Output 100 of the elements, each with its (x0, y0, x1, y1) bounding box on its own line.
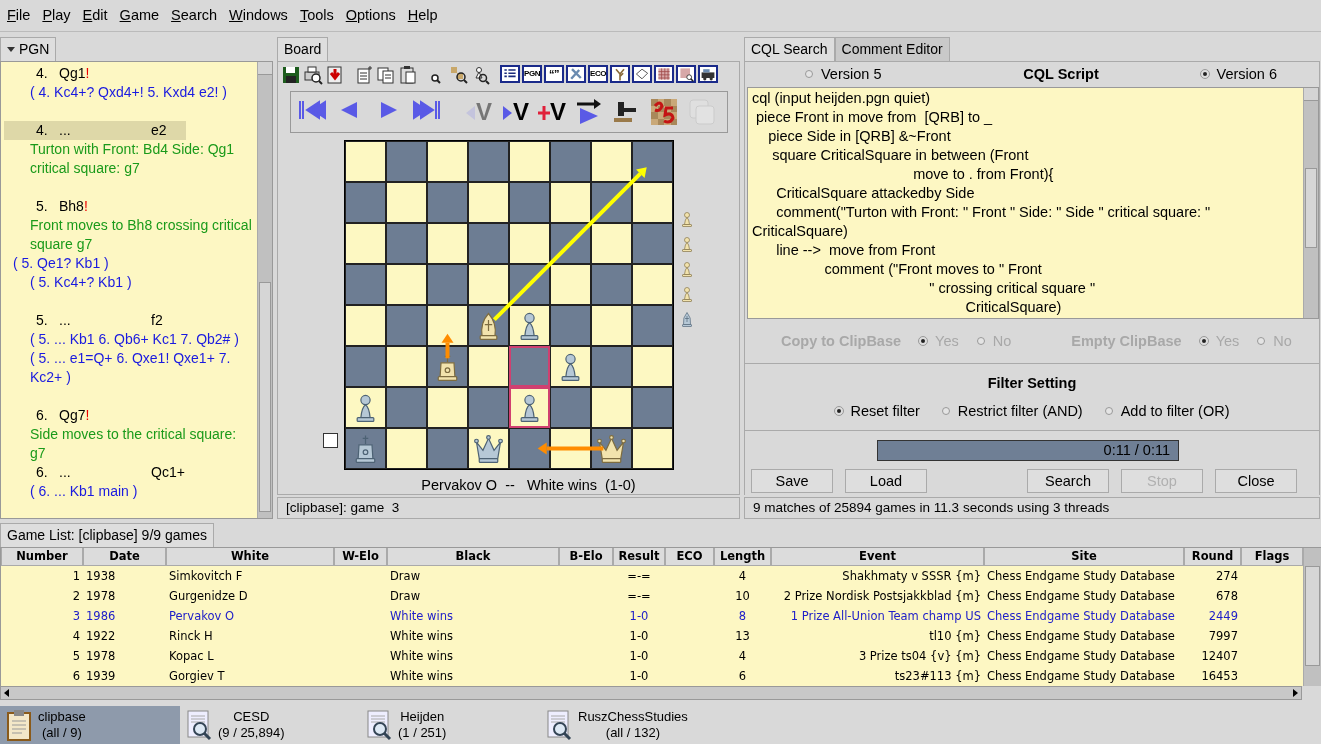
board-square[interactable] (468, 181, 509, 223)
variation-text[interactable]: ( 5. Kc4+? Kb1 ) (4, 272, 256, 292)
scrollbar[interactable] (1303, 547, 1321, 686)
copy-icon[interactable] (376, 64, 396, 85)
action-button[interactable]: Close (1215, 468, 1297, 493)
variation-text[interactable]: ( 5. Qe1? Kb1 ) (4, 253, 239, 273)
checker-icon[interactable] (654, 64, 674, 83)
board-square[interactable] (427, 222, 468, 264)
board-square[interactable] (550, 181, 591, 223)
pgn-tab[interactable]: PGN (0, 36, 57, 61)
board-square[interactable] (509, 427, 550, 469)
filter-radio[interactable]: Reset filter (834, 402, 920, 419)
column-header[interactable]: ECO (665, 547, 714, 566)
database-name[interactable]: Heijden (400, 709, 445, 726)
board-square[interactable] (591, 222, 632, 264)
board-square[interactable] (632, 263, 673, 305)
board-square[interactable] (632, 345, 673, 387)
variation-text[interactable]: ( 5. ... e1=Q+ 6. Qxe1! Qxe1+ 7. Kc2+ ) (4, 348, 256, 387)
board-square[interactable] (386, 345, 427, 387)
menu-item[interactable]: Options (339, 7, 402, 24)
menu-item[interactable]: Search (165, 7, 224, 24)
action-button[interactable]: Save (751, 468, 833, 493)
database-search-icon[interactable] (546, 709, 572, 742)
menu-item[interactable]: Help (401, 7, 444, 24)
board-square[interactable] (427, 140, 468, 182)
column-header[interactable]: W-Elo (334, 547, 387, 566)
board-square[interactable] (509, 140, 550, 182)
new-document-icon[interactable] (354, 64, 374, 85)
database-search-icon[interactable] (186, 709, 212, 742)
column-header[interactable]: Black (387, 547, 559, 566)
board-square[interactable] (345, 140, 386, 182)
column-header[interactable]: Site (984, 547, 1184, 566)
menu-item[interactable]: Play (36, 7, 77, 24)
column-header[interactable]: Flags (1241, 547, 1303, 566)
board-square[interactable] (550, 263, 591, 305)
column-header[interactable]: Length (714, 547, 771, 566)
move-text[interactable]: 4. Qg1! (4, 63, 186, 83)
chessboard[interactable] (344, 139, 674, 470)
move-text[interactable]: 6. Qg7! (4, 405, 186, 425)
database-name[interactable]: CESD (233, 709, 270, 726)
board-square[interactable] (468, 263, 509, 305)
print-preview-icon[interactable] (303, 64, 323, 85)
board-square[interactable] (591, 140, 632, 182)
board-square[interactable] (386, 181, 427, 223)
paste-icon[interactable] (398, 64, 418, 85)
move-text[interactable]: 5. ... f2 (4, 310, 186, 330)
column-header[interactable]: White (166, 547, 334, 566)
board-square[interactable] (386, 263, 427, 305)
board-square[interactable] (632, 181, 673, 223)
clipboard-icon[interactable] (6, 709, 32, 742)
column-header[interactable]: B-Elo (559, 547, 613, 566)
board-square[interactable] (386, 427, 427, 469)
save-icon[interactable] (281, 64, 301, 85)
variation-text[interactable]: ( 4. Kc4+? Qxd4+! 5. Kxd4 e2! ) (4, 82, 256, 102)
column-header[interactable]: Round (1184, 547, 1241, 566)
board-square[interactable] (632, 140, 673, 182)
column-header[interactable]: Number (1, 547, 83, 566)
board-square[interactable] (509, 222, 550, 264)
menu-item[interactable]: Tools (293, 7, 340, 24)
column-header[interactable]: Event (771, 547, 984, 566)
menu-item[interactable]: Windows (223, 7, 294, 24)
tools-icon[interactable] (566, 64, 586, 83)
board-square[interactable] (632, 427, 673, 469)
eco-icon[interactable]: ECO (588, 64, 608, 83)
move-text[interactable]: 4. ... e2 (4, 120, 186, 140)
move-text[interactable]: 5. Bh8! (4, 196, 186, 216)
database-name[interactable]: RuszChessStudies (578, 709, 688, 726)
board-square[interactable] (591, 304, 632, 346)
move-text[interactable]: 6. ... Qc1+ (4, 462, 186, 482)
tab[interactable]: CQL Search (744, 36, 835, 61)
tab[interactable]: Comment Editor (834, 36, 950, 61)
checker-magnifier-icon[interactable] (676, 64, 696, 83)
column-header[interactable]: Date (83, 547, 166, 566)
version-radio[interactable]: Version 6 (1200, 66, 1277, 83)
action-button[interactable]: Search (1027, 468, 1109, 493)
menu-item[interactable]: Edit (76, 7, 114, 24)
version-radio[interactable]: Version 5 (805, 66, 882, 83)
board-magnifier-icon[interactable] (449, 64, 469, 85)
board-tab[interactable]: Board (277, 36, 329, 61)
menu-item[interactable]: File (1, 7, 37, 24)
filter-radio[interactable]: Add to filter (OR) (1104, 402, 1230, 419)
menu-item[interactable]: Game (113, 7, 166, 24)
board-square[interactable] (345, 304, 386, 346)
board-square[interactable] (427, 386, 468, 428)
quote-icon[interactable]: “” (544, 64, 564, 83)
board-square[interactable] (591, 386, 632, 428)
filter-radio[interactable]: Restrict filter (AND) (941, 402, 1083, 419)
action-button[interactable]: Load (845, 468, 927, 493)
column-header[interactable]: Result (613, 547, 665, 566)
train-icon[interactable] (698, 64, 718, 83)
database-name[interactable]: clipbase (38, 709, 86, 726)
board-square[interactable] (345, 222, 386, 264)
database-search-icon[interactable] (366, 709, 392, 742)
scrollbar[interactable] (257, 61, 272, 518)
pgn-icon[interactable]: PGN (522, 64, 542, 83)
tree-icon[interactable] (610, 64, 630, 83)
variation-text[interactable]: ( 6. ... Kb1 main ) (4, 481, 256, 501)
scrollbar[interactable] (1303, 87, 1318, 318)
game-list-tab[interactable]: Game List: [clipbase] 9/9 games (0, 522, 214, 547)
board-square[interactable] (468, 345, 509, 387)
